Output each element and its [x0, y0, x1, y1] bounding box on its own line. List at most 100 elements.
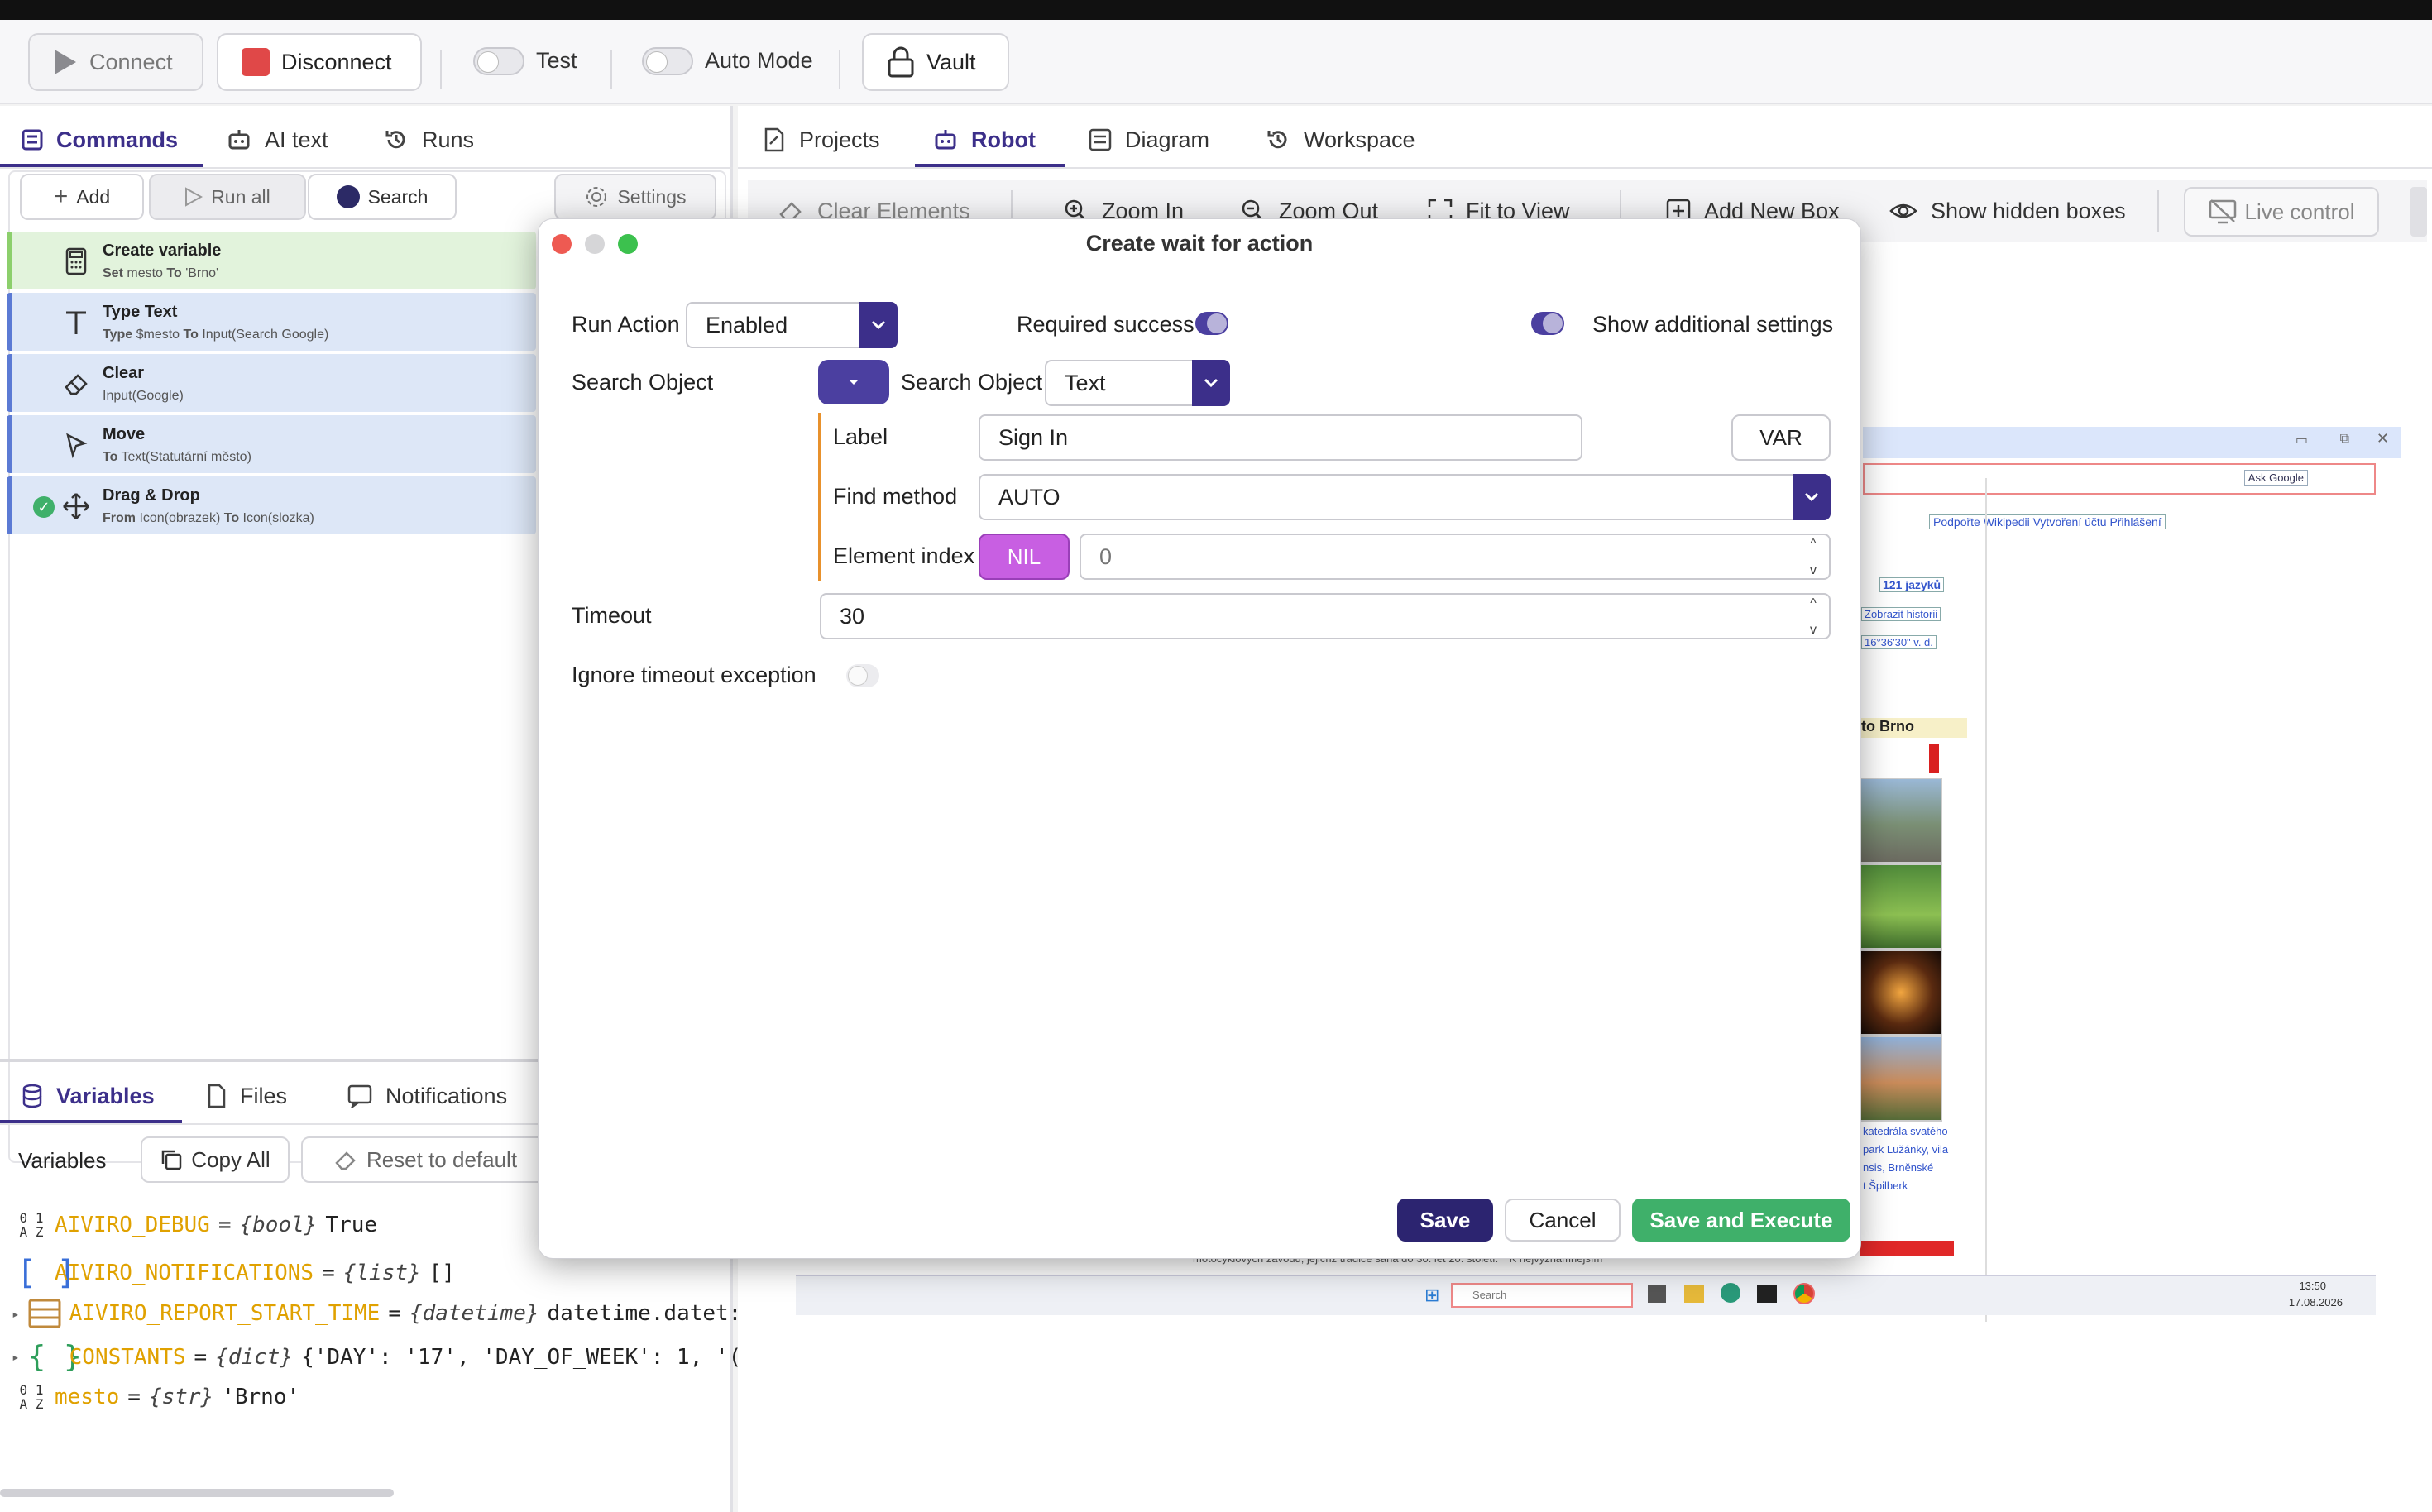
- variable-row[interactable]: ▸ AIVIRO_REPORT_START_TIME = {datetime} dat…: [12, 1297, 741, 1330]
- copy-all-button[interactable]: Copy All: [141, 1136, 290, 1183]
- run-all-button[interactable]: Run all: [149, 174, 306, 220]
- auto-mode-label: Auto Mode: [705, 48, 813, 73]
- element-index-label: Element index: [833, 543, 975, 568]
- tab-diagram[interactable]: Diagram: [1089, 119, 1209, 160]
- tab-commands[interactable]: Commands: [22, 119, 178, 160]
- element-index-input[interactable]: 0 ^ v: [1080, 534, 1831, 580]
- fireworks-photo: [1860, 950, 1942, 1036]
- timeout-value: 30: [840, 603, 865, 629]
- dict-type-icon: { }: [27, 1340, 82, 1374]
- caption-link: nsis, Brněnské: [1863, 1161, 1934, 1174]
- connect-button[interactable]: Connect: [28, 33, 203, 91]
- eraser-icon: [335, 1151, 356, 1170]
- tab-runs-label: Runs: [422, 127, 475, 152]
- tab-divider: [738, 167, 2432, 169]
- variable-row[interactable]: ▸ { } CONSTANTS = {dict} {'DAY': '17', 'DAY…: [12, 1340, 741, 1374]
- command-item[interactable]: Clear Input(Google): [7, 354, 536, 412]
- tab-variables[interactable]: Variables: [22, 1075, 155, 1117]
- content-edge: [1985, 478, 1987, 1322]
- tab-projects[interactable]: Projects: [763, 119, 880, 160]
- move-arrows-icon: [63, 493, 89, 519]
- history-icon: [1267, 131, 1287, 149]
- variable-equals: =: [194, 1344, 208, 1370]
- run-action-select[interactable]: Enabled: [686, 302, 898, 348]
- auto-mode-toggle[interactable]: [642, 47, 693, 75]
- search-button[interactable]: Search: [308, 174, 457, 220]
- browser-titlebar: ▭ ⧉ ✕: [1863, 427, 2401, 458]
- variable-type: {bool}: [239, 1213, 318, 1237]
- show-hidden-boxes-button[interactable]: Show hidden boxes: [1889, 189, 2126, 233]
- eraser-icon: [65, 374, 88, 395]
- variable-row[interactable]: 0 1A Z AIVIRO_DEBUG = {bool} True: [17, 1211, 378, 1239]
- cursor-icon: [66, 433, 88, 459]
- ignore-timeout-toggle[interactable]: [846, 664, 879, 687]
- plus-icon: +: [53, 183, 69, 210]
- search-dot-icon: [336, 185, 360, 208]
- show-additional-toggle[interactable]: [1531, 312, 1564, 335]
- park-photo: [1860, 864, 1942, 950]
- tab-runs[interactable]: Runs: [384, 119, 474, 160]
- command-detail: Input(Google): [103, 389, 184, 403]
- red-highlight-box: [1860, 1241, 1954, 1256]
- element-index-value: 0: [1099, 543, 1113, 569]
- connect-label: Connect: [89, 49, 173, 74]
- label-input[interactable]: Sign In: [979, 414, 1582, 461]
- save-and-execute-button[interactable]: Save and Execute: [1632, 1199, 1850, 1242]
- gear-icon: [586, 187, 607, 207]
- tab-workspace[interactable]: Workspace: [1266, 119, 1415, 160]
- command-title: Drag & Drop: [103, 486, 200, 505]
- caret-down-icon: [849, 380, 859, 385]
- tab-ai-text-label: AI text: [265, 127, 328, 152]
- add-label: Add: [76, 185, 111, 208]
- search-object-collapse-button[interactable]: [818, 360, 889, 404]
- variable-row[interactable]: [ ] AIVIRO_NOTIFICATIONS = {list} []: [17, 1254, 455, 1292]
- var-button[interactable]: VAR: [1731, 414, 1831, 461]
- search-object-type-select[interactable]: Text: [1045, 360, 1230, 406]
- run-action-label: Run Action: [572, 312, 680, 337]
- live-control-button[interactable]: Live control: [2184, 187, 2379, 237]
- tab-projects-label: Projects: [799, 127, 880, 152]
- live-control-label: Live control: [2244, 199, 2355, 224]
- stop-icon: [242, 48, 270, 76]
- command-title: Clear: [103, 364, 145, 382]
- toolbar-overflow[interactable]: [2410, 187, 2427, 237]
- command-item[interactable]: Type Text Type $mesto To Input(Search Go…: [7, 293, 536, 351]
- tab-workspace-label: Workspace: [1304, 127, 1415, 152]
- test-toggle[interactable]: [473, 47, 524, 75]
- spinner-arrows-icon[interactable]: ^ v: [1802, 537, 1824, 578]
- add-button[interactable]: + Add: [20, 174, 144, 220]
- tab-robot[interactable]: Robot: [933, 119, 1036, 160]
- file-icon: [208, 1084, 226, 1108]
- show-hidden-boxes-label: Show hidden boxes: [1931, 198, 2126, 223]
- command-item[interactable]: ✓ Drag & Drop From Icon(obrazek) To Icon…: [7, 476, 536, 534]
- tab-notifications[interactable]: Notifications: [347, 1075, 507, 1117]
- variable-type: {dict}: [215, 1344, 294, 1370]
- lock-icon: [888, 46, 914, 78]
- reset-default-button[interactable]: Reset to default: [301, 1136, 549, 1183]
- nil-button[interactable]: NIL: [979, 534, 1070, 580]
- tab-files[interactable]: Files: [207, 1075, 287, 1117]
- tab-variables-label: Variables: [56, 1083, 155, 1108]
- timeout-input[interactable]: 30 ^ v: [820, 593, 1831, 639]
- horizontal-scrollbar[interactable]: [0, 1489, 394, 1497]
- find-method-select[interactable]: AUTO: [979, 474, 1831, 520]
- robot-icon: [935, 130, 956, 150]
- tab-ai-text[interactable]: AI text: [227, 119, 328, 160]
- tab-robot-label: Robot: [971, 127, 1036, 152]
- expand-arrow-icon[interactable]: ▸: [12, 1349, 20, 1365]
- save-button[interactable]: Save: [1397, 1199, 1493, 1242]
- spinner-arrows-icon[interactable]: ^ v: [1802, 596, 1824, 638]
- expand-arrow-icon[interactable]: ▸: [12, 1306, 20, 1322]
- disconnect-button[interactable]: Disconnect: [217, 33, 422, 91]
- vault-button[interactable]: Vault: [862, 33, 1009, 91]
- required-success-toggle[interactable]: [1195, 312, 1228, 335]
- tab-notifications-label: Notifications: [385, 1083, 508, 1108]
- command-item[interactable]: Create variable Set mesto To 'Brno': [7, 232, 536, 289]
- variable-name: AIVIRO_NOTIFICATIONS: [55, 1261, 314, 1285]
- settings-button[interactable]: Settings: [554, 174, 716, 220]
- cancel-button[interactable]: Cancel: [1505, 1199, 1621, 1242]
- variable-row[interactable]: 0 1A Z mesto = {str} 'Brno': [17, 1383, 300, 1411]
- run-all-label: Run all: [211, 185, 270, 208]
- list-type-icon: [ ]: [17, 1254, 77, 1292]
- command-item[interactable]: Move To Text(Statutární město): [7, 415, 536, 473]
